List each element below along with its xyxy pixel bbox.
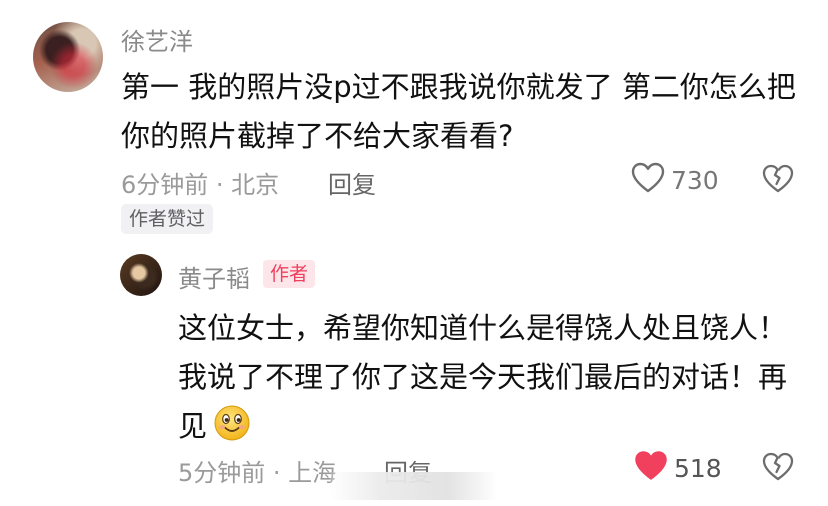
comment-text: 第一 我的照片没p过不跟我说你就发了 第二你怎么把你的照片截掉了不给大家看看? — [121, 70, 796, 153]
comment-time-location: 6分钟前 · 北京 — [121, 171, 280, 199]
comment-dislike-button[interactable] — [762, 164, 794, 198]
reply-avatar[interactable] — [120, 254, 162, 296]
comment-reply-button[interactable]: 回复 — [328, 165, 376, 200]
reply-like-count: 518 — [674, 453, 722, 483]
commenter-avatar[interactable] — [33, 22, 103, 92]
comment-like-button[interactable]: 730 — [631, 162, 719, 198]
watermark-strip — [330, 472, 498, 500]
author-tag: 作者 — [263, 260, 316, 288]
reply-like-button[interactable]: 518 — [634, 450, 722, 486]
author-liked-badge: 作者赞过 — [121, 204, 214, 234]
broken-heart-icon — [762, 452, 794, 486]
reply-dislike-button[interactable] — [762, 452, 794, 486]
heart-icon — [631, 162, 665, 198]
comment-like-count: 730 — [671, 165, 719, 195]
heart-filled-icon — [634, 450, 668, 486]
broken-heart-icon — [762, 164, 794, 198]
reply-text: 这位女士，希望你知道什么是得饶人处且饶人！我说了不理了你了这是今天我们最后的对话… — [178, 311, 788, 443]
reply-text-block: 这位女士，希望你知道什么是得饶人处且饶人！我说了不理了你了这是今天我们最后的对话… — [178, 304, 788, 457]
reply-username[interactable]: 黄子韬 — [178, 259, 250, 294]
smiling-face-emoji-icon — [213, 404, 251, 457]
commenter-username[interactable]: 徐艺洋 — [121, 22, 193, 57]
reply-time-location: 5分钟前 · 上海 — [178, 459, 337, 487]
